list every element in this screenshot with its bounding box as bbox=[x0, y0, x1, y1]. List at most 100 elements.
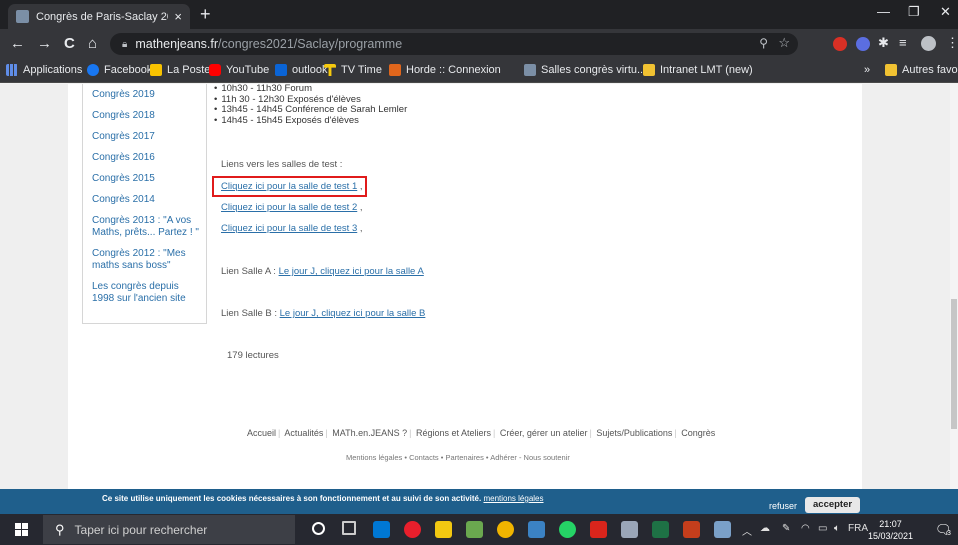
bookmark-intranet-lmt[interactable]: Intranet LMT (new) bbox=[643, 64, 753, 76]
room-b-row: Lien Salle B : Le jour J, cliquez ici po… bbox=[221, 308, 425, 319]
test-rooms-heading: Liens vers les salles de test : bbox=[221, 159, 343, 170]
tray-volume-icon[interactable]: 🔈︎ bbox=[834, 523, 840, 534]
taskbar-search-box[interactable]: ⚲ Taper ici pour rechercher bbox=[43, 515, 295, 544]
teams-app-icon[interactable] bbox=[528, 521, 545, 538]
apps-grid-icon bbox=[6, 64, 18, 76]
room-a-label: Lien Salle A : bbox=[221, 266, 279, 277]
sidebar-item-congres-2012[interactable]: Congrès 2012 : "Mes maths sans boss" bbox=[92, 248, 202, 272]
whatsapp-icon[interactable] bbox=[559, 521, 576, 538]
other-favorites-folder-icon bbox=[885, 64, 897, 76]
footer-link-congres[interactable]: Congrès bbox=[681, 428, 715, 438]
sidebar-item-ancien-site[interactable]: Les congrès depuis 1998 sur l'ancien sit… bbox=[92, 281, 202, 305]
windows-taskbar: ⚲ Taper ici pour rechercher ︿ ☁ ✎ ◠ ▭ 🔈︎… bbox=[0, 514, 958, 545]
cookie-banner: Ce site utilise uniquement les cookies n… bbox=[0, 489, 958, 514]
browser-tab[interactable]: Congrès de Paris-Saclay 2021 - P × bbox=[8, 4, 190, 29]
bookmark-applications[interactable]: Applications bbox=[6, 64, 82, 76]
cookie-message: Ce site utilise uniquement les cookies n… bbox=[102, 494, 544, 503]
room-a-link[interactable]: Le jour J, cliquez ici pour la salle A bbox=[279, 266, 424, 277]
back-button[interactable]: ← bbox=[10, 35, 25, 53]
paint-app-icon[interactable] bbox=[621, 521, 638, 538]
sidebar-item-congres-2017[interactable]: Congrès 2017 bbox=[92, 131, 202, 143]
tray-wifi-icon[interactable]: ◠ bbox=[801, 523, 810, 534]
mail-app-icon[interactable] bbox=[373, 521, 390, 538]
cookie-legal-link[interactable]: mentions légales bbox=[483, 494, 543, 503]
tray-cloud-icon[interactable]: ☁ bbox=[760, 523, 770, 534]
footer-secondary-links[interactable]: Mentions légales • Contacts • Partenaire… bbox=[346, 453, 570, 462]
bookmark-star-icon[interactable]: ☆ bbox=[778, 35, 790, 51]
cookie-accept-button[interactable]: accepter bbox=[805, 497, 861, 513]
close-tab-icon[interactable]: × bbox=[174, 9, 182, 24]
bookmark-salles-congres[interactable]: Salles congrès virtu... bbox=[524, 64, 646, 76]
acrobat-icon[interactable] bbox=[590, 521, 607, 538]
tab-strip: Congrès de Paris-Saclay 2021 - P × + — ❐… bbox=[0, 0, 958, 29]
la-poste-icon bbox=[150, 64, 162, 76]
maximize-icon[interactable]: ❐ bbox=[908, 4, 920, 20]
bookmark-facebook[interactable]: Facebook bbox=[87, 64, 152, 76]
sidebar-item-congres-2016[interactable]: Congrès 2016 bbox=[92, 152, 202, 164]
footer-link-publications[interactable]: Sujets/Publications bbox=[596, 428, 672, 438]
sidebar-item-congres-2015[interactable]: Congrès 2015 bbox=[92, 173, 202, 185]
network-tool-icon[interactable] bbox=[714, 521, 731, 538]
taskbar-clock[interactable]: 21:07 15/03/2021 bbox=[868, 518, 913, 542]
reload-button[interactable]: C bbox=[64, 35, 75, 53]
opera-icon[interactable] bbox=[404, 521, 421, 538]
tray-battery-icon[interactable]: ▭ bbox=[818, 523, 827, 534]
forward-button[interactable]: → bbox=[37, 35, 52, 53]
test-room-3-link[interactable]: Cliquez ici pour la salle de test 3 bbox=[221, 223, 357, 234]
bookmark-other-favorites[interactable]: Autres favoris bbox=[885, 64, 958, 76]
photos-app-icon[interactable] bbox=[466, 521, 483, 538]
outlook-icon bbox=[275, 64, 287, 76]
room-b-link[interactable]: Le jour J, cliquez ici pour la salle B bbox=[280, 308, 426, 319]
new-tab-button[interactable]: + bbox=[200, 4, 211, 24]
tray-chevron-icon[interactable]: ︿ bbox=[742, 523, 752, 538]
home-button[interactable]: ⌂ bbox=[88, 35, 97, 53]
sidebar-item-congres-2014[interactable]: Congrès 2014 bbox=[92, 194, 202, 206]
salles-congres-icon bbox=[524, 64, 536, 76]
page-scrollbar[interactable] bbox=[950, 84, 958, 489]
windows-start-icon[interactable] bbox=[15, 523, 28, 536]
bookmarks-bar: Applications Facebook La Poste YouTube o… bbox=[0, 59, 958, 83]
extension-blue-icon[interactable] bbox=[856, 37, 870, 51]
web-page: Congrès 2019 Congrès 2018 Congrès 2017 C… bbox=[0, 84, 958, 489]
zoom-icon[interactable]: ⚲ bbox=[759, 36, 768, 50]
chrome-icon[interactable] bbox=[497, 521, 514, 538]
search-icon: ⚲ bbox=[55, 521, 65, 537]
test-room-2-link[interactable]: Cliquez ici pour la salle de test 2 bbox=[221, 202, 357, 213]
sidebar-item-congres-2019[interactable]: Congrès 2019 bbox=[92, 89, 202, 101]
excel-icon[interactable] bbox=[652, 521, 669, 538]
tray-language[interactable]: FRA bbox=[848, 523, 868, 534]
bookmark-horde[interactable]: Horde :: Connexion bbox=[389, 64, 501, 76]
extension-red-icon[interactable] bbox=[833, 37, 847, 51]
file-explorer-icon[interactable] bbox=[435, 521, 452, 538]
footer-link-actualites[interactable]: Actualités bbox=[284, 428, 323, 438]
close-window-icon[interactable]: ✕ bbox=[940, 4, 951, 20]
test-room-1-link[interactable]: Cliquez ici pour la salle de test 1 bbox=[221, 181, 357, 192]
bookmark-tv-time[interactable]: TV Time bbox=[324, 64, 382, 76]
extensions-puzzle-icon[interactable]: ✱ bbox=[878, 35, 889, 51]
sidebar-item-congres-2013[interactable]: Congrès 2013 : "A vos Maths, prêts... Pa… bbox=[92, 215, 202, 239]
footer-link-mathenjeans[interactable]: MATh.en.JEANS ? bbox=[332, 428, 407, 438]
bookmarks-overflow-button[interactable]: » bbox=[864, 64, 870, 76]
sidebar-item-congres-2018[interactable]: Congrès 2018 bbox=[92, 110, 202, 122]
tv-time-icon bbox=[324, 64, 336, 76]
profile-avatar-icon[interactable] bbox=[921, 36, 936, 51]
menu-kebab-icon[interactable]: ⋮ bbox=[946, 35, 958, 51]
test-room-1-row: Cliquez ici pour la salle de test 1 , bbox=[221, 181, 363, 192]
room-a-row: Lien Salle A : Le jour J, cliquez ici po… bbox=[221, 266, 424, 277]
scrollbar-thumb[interactable] bbox=[951, 299, 957, 429]
address-bar[interactable]: 🔒︎ mathenjeans.fr/congres2021/Saclay/pro… bbox=[110, 33, 798, 55]
reading-list-icon[interactable]: ≡ bbox=[899, 35, 907, 50]
cookie-refuse-button[interactable]: refuser bbox=[769, 501, 797, 511]
tray-pen-icon[interactable]: ✎ bbox=[782, 523, 790, 534]
task-view-icon[interactable] bbox=[342, 521, 356, 535]
bookmark-outlook[interactable]: outlook bbox=[275, 64, 327, 76]
footer-link-accueil[interactable]: Accueil bbox=[247, 428, 276, 438]
site-favicon-icon bbox=[16, 10, 29, 23]
cortana-icon[interactable] bbox=[312, 522, 325, 535]
footer-link-regions[interactable]: Régions et Ateliers bbox=[416, 428, 491, 438]
footer-link-creer-atelier[interactable]: Créer, gérer un atelier bbox=[500, 428, 588, 438]
bookmark-la-poste[interactable]: La Poste bbox=[150, 64, 210, 76]
bookmark-youtube[interactable]: YouTube bbox=[209, 64, 269, 76]
powerpoint-icon[interactable] bbox=[683, 521, 700, 538]
minimize-icon[interactable]: — bbox=[877, 4, 890, 19]
